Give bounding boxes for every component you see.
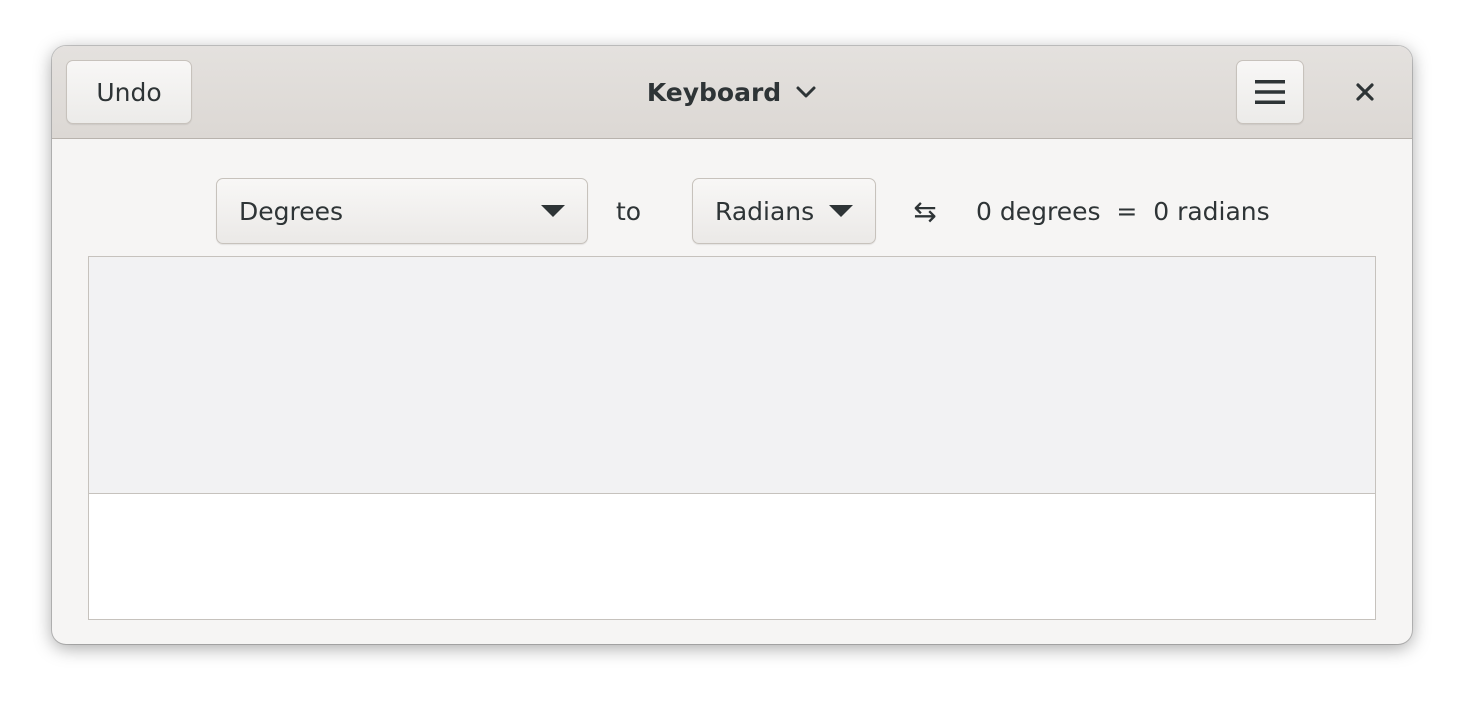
undo-button[interactable]: Undo xyxy=(66,60,192,124)
history-view[interactable] xyxy=(89,257,1375,494)
undo-button-label: Undo xyxy=(96,77,162,107)
from-unit-label: Degrees xyxy=(239,196,344,226)
conversion-result: 0 degrees = 0 radians xyxy=(976,196,1270,226)
unit-conversion-row: Degrees to Radians ⇆ 0 degrees = 0 radia… xyxy=(52,178,1412,244)
hamburger-menu-icon xyxy=(1255,80,1285,104)
swap-arrows-icon: ⇆ xyxy=(913,194,937,228)
header-bar: Undo Keyboard xyxy=(52,46,1412,139)
calculator-display xyxy=(88,256,1376,620)
window-title: Keyboard xyxy=(646,77,782,107)
to-label: to xyxy=(616,196,642,226)
mode-selector[interactable]: Keyboard xyxy=(612,60,852,124)
dropdown-arrow-icon xyxy=(541,205,565,217)
to-unit-label: Radians xyxy=(715,196,815,226)
swap-units-button[interactable]: ⇆ xyxy=(904,190,946,232)
close-button[interactable] xyxy=(1336,68,1394,116)
close-icon xyxy=(1356,83,1374,101)
dropdown-arrow-icon xyxy=(829,205,853,217)
chevron-down-icon xyxy=(796,86,816,98)
from-unit-dropdown[interactable]: Degrees xyxy=(216,178,588,244)
expression-input[interactable] xyxy=(89,494,1375,619)
menu-button[interactable] xyxy=(1236,60,1304,124)
calculator-window: Undo Keyboard Degrees to Radians ⇆ 0 deg… xyxy=(52,46,1412,644)
to-unit-dropdown[interactable]: Radians xyxy=(692,178,876,244)
